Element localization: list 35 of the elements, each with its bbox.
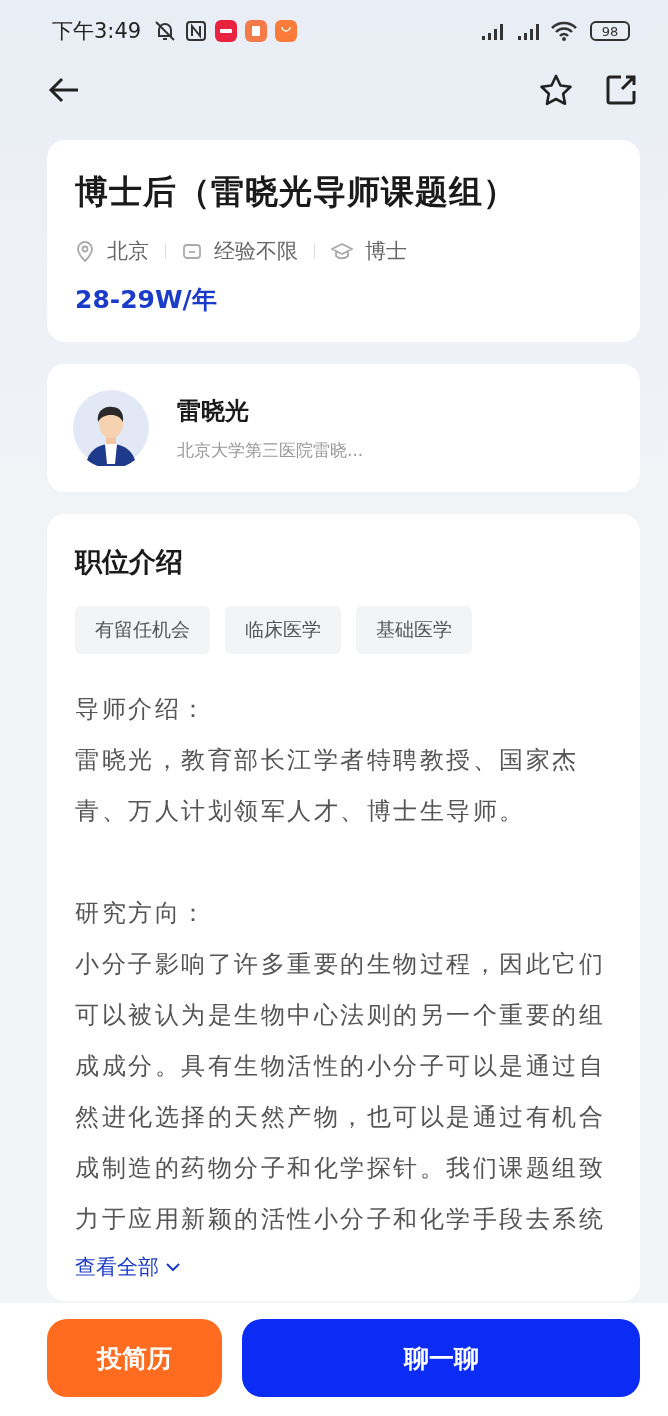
nfc-icon (185, 20, 208, 42)
job-meta-text: 博士 (365, 238, 407, 265)
graduation-cap-icon (331, 241, 353, 261)
chevron-down-icon (165, 1262, 181, 1272)
favorite-button[interactable] (538, 73, 574, 107)
job-meta-text: 经验不限 (214, 238, 298, 265)
job-title: 博士后（雷晓光导师课题组） (75, 171, 518, 213)
wifi-icon (550, 20, 578, 42)
recruiter-card[interactable]: 雷晓光 北京大学第三医院雷晓... (47, 364, 640, 492)
recruiter-name: 雷晓光 (177, 395, 250, 427)
paragraph-heading: 研究方向： (75, 898, 209, 929)
share-icon (604, 73, 638, 107)
back-arrow-icon (48, 76, 80, 104)
app-icon (215, 20, 238, 42)
tag: 基础医学 (356, 606, 472, 654)
recruiter-organization: 北京大学第三医院雷晓... (177, 438, 364, 462)
section-title: 职位介绍 (75, 545, 184, 579)
salary: 28-29W/年 (75, 284, 218, 316)
briefcase-icon (182, 241, 202, 261)
battery-indicator: 98 (590, 21, 630, 41)
app-icon (245, 20, 268, 42)
share-button[interactable] (604, 73, 638, 107)
paragraph-heading: 导师介绍： (75, 694, 209, 725)
back-button[interactable] (48, 76, 80, 104)
paragraph: 雷晓光，教育部长江学者特聘教授、国家杰青、万人计划领军人才、博士生导师。 (75, 745, 580, 827)
location-pin-icon (75, 240, 95, 262)
status-time: 下午3:49 (52, 18, 142, 45)
tag: 有留任机会 (75, 606, 210, 654)
paragraph: 小分子影响了许多重要的生物过程，因此它们可以被认为是生物中心法则的另一个重要的组成成分。具有生物活性的小分子可以是通过自然进化选择的天然产物，也可以是通过有机合成制造的药物分子和化学探针。我们课题组致力于应用新颖的活性小分子和化学手段去系统 (75, 949, 606, 1235)
view-all-link[interactable]: 查看全部 (75, 1253, 181, 1281)
chat-button[interactable]: 聊一聊 (242, 1319, 640, 1397)
star-icon (538, 73, 574, 107)
tag: 临床医学 (225, 606, 341, 654)
job-meta-text: 北京 (107, 238, 149, 265)
app-icon (275, 20, 298, 42)
